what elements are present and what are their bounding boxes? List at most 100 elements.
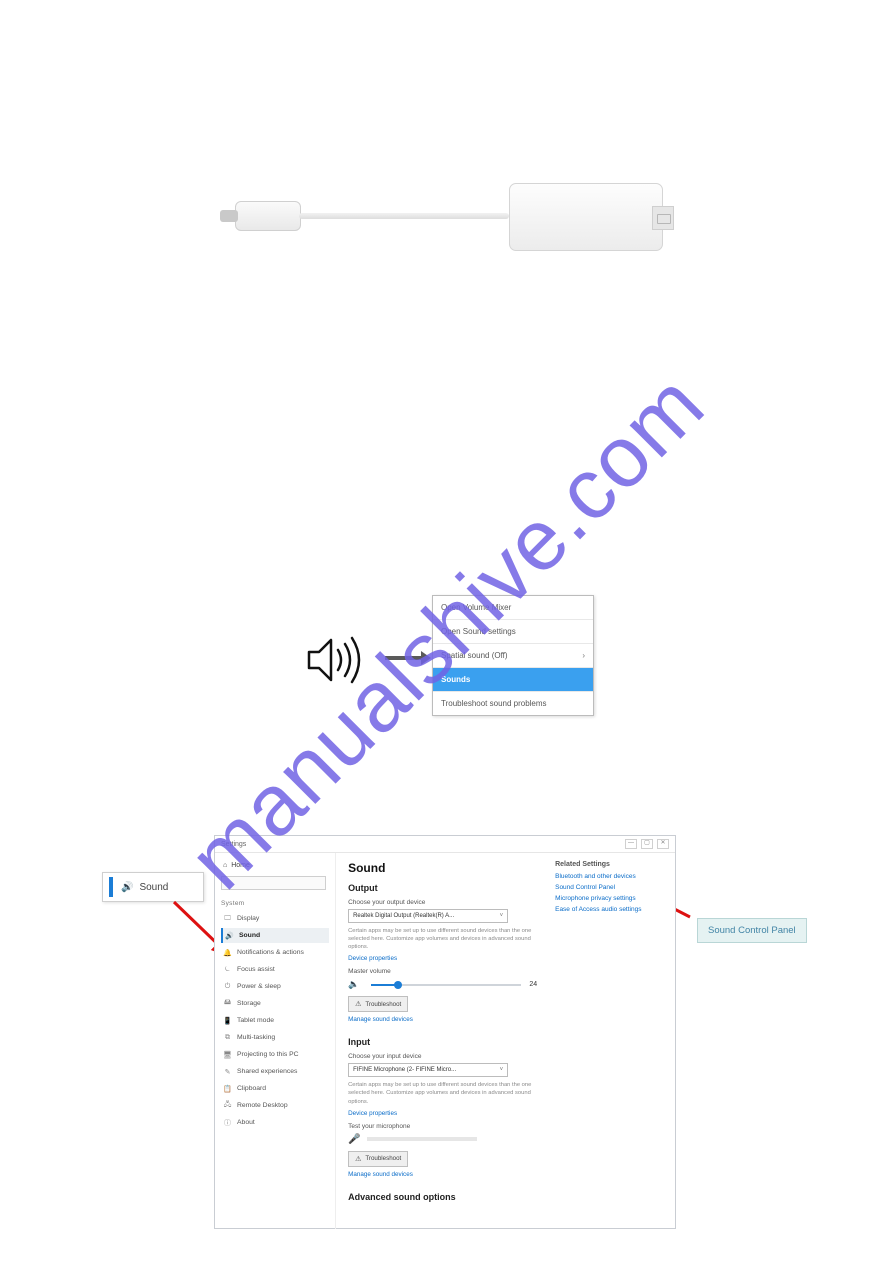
home-link[interactable]: ⌂ Home (221, 859, 329, 872)
tablet-icon: 📱 (223, 1016, 232, 1025)
sidebar-item-label: Display (237, 915, 259, 922)
bell-icon: 🔔 (223, 948, 232, 957)
device-properties-link[interactable]: Device properties (348, 955, 397, 962)
menu-item-label: Sounds (441, 675, 470, 684)
speaker-icon: 🔈 (348, 979, 359, 990)
home-icon: ⌂ (223, 862, 227, 869)
menu-item-spatial-sound[interactable]: Spatial sound (Off) › (433, 643, 593, 667)
page: manualshive.com Open Volume Mixer Open S… (0, 0, 893, 1263)
menu-item-open-volume-mixer[interactable]: Open Volume Mixer (433, 596, 593, 619)
sidebar-item-remote-desktop[interactable]: 🖧Remote Desktop (221, 1098, 329, 1113)
chevron-down-icon: ˅ (500, 913, 504, 919)
info-icon: ⓘ (223, 1118, 232, 1127)
related-link-bluetooth[interactable]: Bluetooth and other devices (555, 873, 669, 880)
sidebar-item-multitasking[interactable]: ⧉ Multi-tasking (221, 1030, 329, 1045)
callout-label: Sound Control Panel (708, 925, 796, 936)
menu-item-troubleshoot[interactable]: Troubleshoot sound problems (433, 691, 593, 715)
chevron-down-icon: ˅ (500, 1067, 504, 1073)
master-volume-label: Master volume (348, 968, 537, 975)
speaker-icon: 🔊 (121, 882, 133, 893)
sidebar-item-display[interactable]: 🖵Display (221, 911, 329, 926)
sidebar-item-sound[interactable]: 🔊 Sound (221, 928, 329, 943)
close-button[interactable]: ✕ (657, 839, 669, 849)
button-label: Troubleshoot (365, 1155, 401, 1162)
project-icon: 🖥 (223, 1050, 232, 1059)
related-heading: Related Settings (555, 861, 669, 868)
output-device-value: Realtek Digital Output (Realtek(R) A... (353, 913, 454, 919)
power-icon: ⏻ (223, 982, 232, 991)
sidebar-item-notifications[interactable]: 🔔Notifications & actions (221, 945, 329, 960)
sidebar-item-label: Multi-tasking (237, 1034, 275, 1041)
test-mic-label: Test your microphone (348, 1123, 537, 1130)
menu-item-label: Open Volume Mixer (441, 603, 511, 612)
moon-icon: ⏾ (223, 965, 232, 974)
sidebar-item-clipboard[interactable]: 📋 Clipboard (221, 1081, 329, 1096)
manage-sound-devices-link[interactable]: Manage sound devices (348, 1016, 413, 1023)
sidebar-item-shared-exp[interactable]: ✎Shared experiences (221, 1064, 329, 1079)
warning-icon: ⚠ (355, 1000, 361, 1008)
menu-item-sounds[interactable]: Sounds (433, 667, 593, 691)
related-settings: Related Settings Bluetooth and other dev… (549, 853, 675, 1229)
sidebar-item-label: Storage (237, 1000, 261, 1007)
sidebar-item-label: Projecting to this PC (237, 1051, 299, 1058)
callout-label: Sound (139, 882, 168, 893)
sidebar-item-projecting[interactable]: 🖥 Projecting to this PC (221, 1047, 329, 1062)
maximize-button[interactable]: ▢ (641, 839, 653, 849)
window-buttons: — ▢ ✕ (625, 839, 669, 849)
input-device-select[interactable]: FIFINE Microphone (2- FIFINE Micro... ˅ (348, 1063, 508, 1077)
main-panel: Sound Output Choose your output device R… (336, 853, 549, 1229)
adapter-body (509, 183, 663, 251)
sidebar-item-label: About (237, 1119, 255, 1126)
tray-speaker-icon[interactable] (305, 632, 365, 693)
microphone-icon: 🎤 (348, 1134, 360, 1145)
titlebar: Settings — ▢ ✕ (215, 836, 675, 853)
sidebar-item-tablet-mode[interactable]: 📱 Tablet mode (221, 1013, 329, 1028)
speaker-icon: 🔊 (225, 931, 234, 940)
menu-item-label: Spatial sound (Off) (441, 651, 508, 660)
manage-sound-devices-link-2[interactable]: Manage sound devices (348, 1171, 413, 1178)
input-desc: Certain apps may be set up to use differ… (348, 1081, 537, 1105)
sidebar-item-power-sleep[interactable]: ⏻Power & sleep (221, 979, 329, 994)
advanced-heading: Advanced sound options (348, 1192, 537, 1202)
mic-level-bar (367, 1137, 477, 1141)
input-choose-label: Choose your input device (348, 1053, 537, 1060)
sidebar-heading: System (221, 900, 329, 907)
related-link-ease-of-access[interactable]: Ease of Access audio settings (555, 906, 669, 913)
input-heading: Input (348, 1037, 537, 1047)
clipboard-icon: 📋 (223, 1084, 232, 1093)
remote-icon: 🖧 (223, 1101, 232, 1110)
sound-context-menu: Open Volume Mixer Open Sound settings Sp… (432, 595, 594, 716)
adapter-cable (299, 213, 509, 219)
slider-thumb[interactable] (394, 981, 402, 989)
related-link-sound-control-panel[interactable]: Sound Control Panel (555, 884, 669, 891)
sidebar-item-label: Tablet mode (237, 1017, 274, 1024)
search-input[interactable] (221, 876, 326, 890)
sidebar-item-label: Sound (239, 932, 260, 939)
mic-test-row: 🎤 (348, 1134, 537, 1145)
sidebar-item-label: Clipboard (237, 1085, 266, 1092)
output-desc: Certain apps may be set up to use differ… (348, 927, 537, 951)
related-link-mic-privacy[interactable]: Microphone privacy settings (555, 895, 669, 902)
usb-c-plug (235, 201, 301, 231)
output-choose-label: Choose your output device (348, 899, 537, 906)
menu-item-open-sound-settings[interactable]: Open Sound settings (433, 619, 593, 643)
multitask-icon: ⧉ (223, 1033, 232, 1042)
device-properties-link-2[interactable]: Device properties (348, 1110, 397, 1117)
master-volume-slider[interactable] (371, 980, 521, 990)
sidebar-item-focus-assist[interactable]: ⏾Focus assist (221, 962, 329, 977)
chevron-right-icon: › (582, 651, 585, 660)
sidebar-item-storage[interactable]: 🖴Storage (221, 996, 329, 1011)
warning-icon: ⚠ (355, 1155, 361, 1163)
input-device-value: FIFINE Microphone (2- FIFINE Micro... (353, 1067, 456, 1073)
sidebar-item-about[interactable]: ⓘ About (221, 1115, 329, 1130)
output-heading: Output (348, 883, 537, 893)
arrow-right-icon (385, 656, 423, 660)
master-volume-value: 24 (529, 981, 537, 988)
troubleshoot-mic-button[interactable]: ⚠ Troubleshoot (348, 1151, 408, 1167)
troubleshoot-button[interactable]: ⚠ Troubleshoot (348, 996, 408, 1012)
page-title: Sound (348, 861, 537, 875)
minimize-button[interactable]: — (625, 839, 637, 849)
home-label: Home (231, 862, 250, 869)
menu-item-label: Troubleshoot sound problems (441, 699, 547, 708)
output-device-select[interactable]: Realtek Digital Output (Realtek(R) A... … (348, 909, 508, 923)
